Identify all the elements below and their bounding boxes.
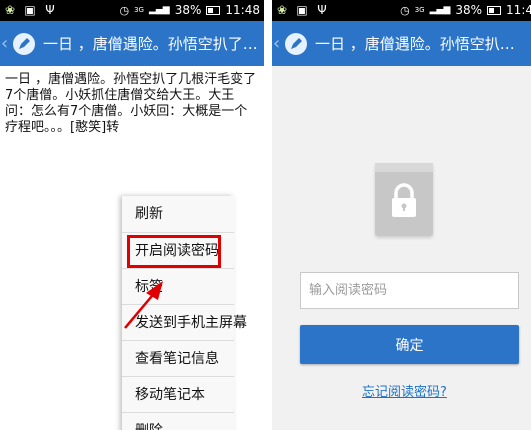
app-logo-icon[interactable] [285,32,307,55]
sim-icon: ▣ [296,3,308,17]
alarm-icon: ◷ [400,3,410,17]
battery-percent: 38% [174,3,202,17]
note-view-screen: ❀ ▣ Ψ ◷ 3G ▂▄▆ 38% 11:48 ‹ 一日 ，唐僧遇险。孙悟空扒… [0,0,264,430]
back-icon[interactable]: ‹ [273,21,283,66]
action-bar: ‹ 一日 ，唐僧遇险。孙悟空扒了几根汗毛变了7个唐僧。小妖抓住唐僧交给大王。 [0,21,264,66]
clock: 11:48 [225,3,260,17]
app-logo-icon[interactable] [13,32,35,55]
note-title: 一日 ，唐僧遇险。孙悟空扒了几根汗毛变了7个唐僧。小妖抓住唐僧交给大王。 [43,35,264,53]
context-menu: 刷新 开启阅读密码 标签 发送到手机主屏幕 查看笔记信息 移动笔记本 删除 [122,196,247,430]
note-title: 一日 ，唐僧遇险。孙悟空扒了几根汗毛变了7个唐僧。小妖抓住唐僧交给大王。 [315,35,531,53]
battery-percent: 38% [455,3,483,17]
battery-icon [206,5,221,15]
status-bar: ❀ ▣ Ψ ◷ 3G ▂▄▆ 38% 11:4 [272,0,531,21]
battery-icon [487,5,502,15]
screen-divider [264,0,272,430]
back-icon[interactable]: ‹ [1,21,11,66]
menu-item-delete[interactable]: 删除 [122,413,234,430]
menu-item-refresh[interactable]: 刷新 [122,196,234,233]
status-bar: ❀ ▣ Ψ ◷ 3G ▂▄▆ 38% 11:48 [0,0,264,21]
forgot-password-link[interactable]: 忘记阅读密码? [362,381,447,400]
confirm-button[interactable]: 确定 [300,325,519,364]
notification-icon: ❀ [4,3,16,17]
usb-icon: Ψ [45,3,55,17]
lock-icon [375,163,433,236]
menu-item-enable-read-password[interactable]: 开启阅读密码 [122,233,234,269]
sim-icon: ▣ [24,3,36,17]
clock: 11:4 [506,3,531,17]
signal-type: 3G [134,5,144,14]
note-body-text: 一日 ，唐僧遇险。孙悟空扒了几根汗毛变了7个唐僧。小妖抓住唐僧交给大王。大王问：… [5,72,257,135]
menu-item-move-notebook[interactable]: 移动笔记本 [122,377,234,413]
signal-type: 3G [414,5,425,14]
menu-item-tags[interactable]: 标签 [122,269,234,305]
action-bar: ‹ 一日 ，唐僧遇险。孙悟空扒了几根汗毛变了7个唐僧。小妖抓住唐僧交给大王。 [272,21,531,66]
signal-icon: ▂▄▆ [148,5,170,15]
menu-item-send-to-home[interactable]: 发送到手机主屏幕 [122,305,247,341]
usb-icon: Ψ [317,3,327,17]
read-password-input[interactable] [300,272,519,309]
menu-item-note-info[interactable]: 查看笔记信息 [122,341,234,377]
password-lock-screen: ❀ ▣ Ψ ◷ 3G ▂▄▆ 38% 11:4 ‹ 一日 ，唐僧遇险。孙悟空扒了… [272,0,531,430]
alarm-icon: ◷ [119,3,130,17]
notification-icon: ❀ [276,3,288,17]
signal-icon: ▂▄▆ [429,5,451,15]
